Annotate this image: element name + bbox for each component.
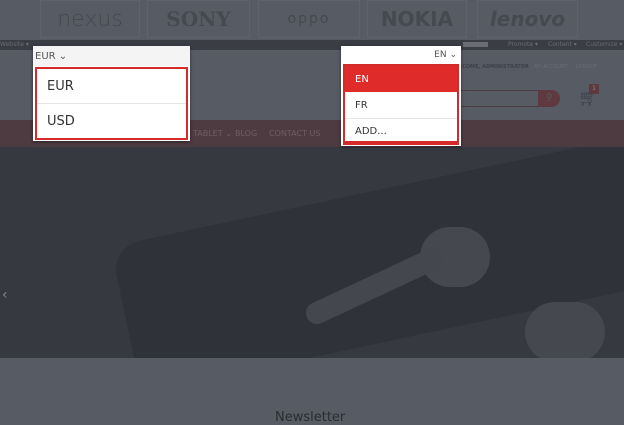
chevron-down-icon: ⌄: [58, 51, 68, 62]
currency-option-usd[interactable]: USD: [37, 104, 186, 138]
brand-logo[interactable]: oppo: [258, 0, 360, 38]
chevron-down-icon: ⌄: [449, 50, 457, 60]
newsletter-heading: Newsletter: [275, 410, 346, 425]
customize-menu[interactable]: Customize ▾: [586, 41, 622, 48]
currency-toggle[interactable]: EUR ⌄: [33, 46, 190, 66]
currency-menu: EUR USD: [35, 67, 188, 140]
my-account-link[interactable]: MY ACCOUNT: [534, 64, 568, 70]
cart-badge: 1: [589, 84, 599, 94]
welcome-text: WELCOME, ADMINISTRATOR: [450, 64, 529, 70]
promote-menu[interactable]: Promote ▾: [508, 41, 538, 48]
brand-logo[interactable]: nexus: [40, 0, 140, 38]
website-menu[interactable]: Website ▾: [0, 41, 29, 48]
nav-item-blog[interactable]: BLOG: [235, 129, 257, 138]
earbud-image: [525, 302, 605, 358]
nav-item-tablet[interactable]: TABLET ⌄: [193, 129, 232, 138]
currency-selected: EUR: [35, 51, 56, 62]
nav-item-contact[interactable]: CONTACT US: [269, 129, 320, 138]
language-selected: EN: [434, 50, 447, 60]
brand-logos-strip: nexus SONY oppo NOKIA lenovo: [0, 0, 624, 40]
currency-dropdown: EUR ⌄ EUR USD: [33, 46, 190, 141]
language-option-add[interactable]: ADD...: [345, 119, 457, 143]
brand-logo[interactable]: lenovo: [477, 0, 578, 38]
search-input[interactable]: [455, 90, 550, 107]
brand-logo[interactable]: SONY: [147, 0, 250, 38]
search-button[interactable]: ⚲: [538, 90, 560, 107]
logout-link[interactable]: LOGOUT: [576, 64, 597, 70]
currency-option-eur[interactable]: EUR: [37, 69, 186, 104]
content-menu[interactable]: Content ▾: [548, 41, 577, 48]
admin-search[interactable]: [463, 42, 488, 47]
hero-banner: ‹: [0, 147, 624, 358]
brand-logo[interactable]: NOKIA: [367, 0, 467, 38]
carousel-prev-arrow[interactable]: ‹: [2, 287, 8, 303]
language-option-en[interactable]: EN: [345, 66, 457, 92]
search-icon: ⚲: [545, 93, 553, 103]
language-dropdown: EN ⌄ EN FR ADD...: [341, 46, 461, 146]
footer-area: Newsletter: [0, 358, 624, 425]
language-option-fr[interactable]: FR: [345, 92, 457, 119]
language-menu: EN FR ADD...: [343, 64, 459, 145]
language-toggle[interactable]: EN ⌄: [341, 46, 461, 64]
